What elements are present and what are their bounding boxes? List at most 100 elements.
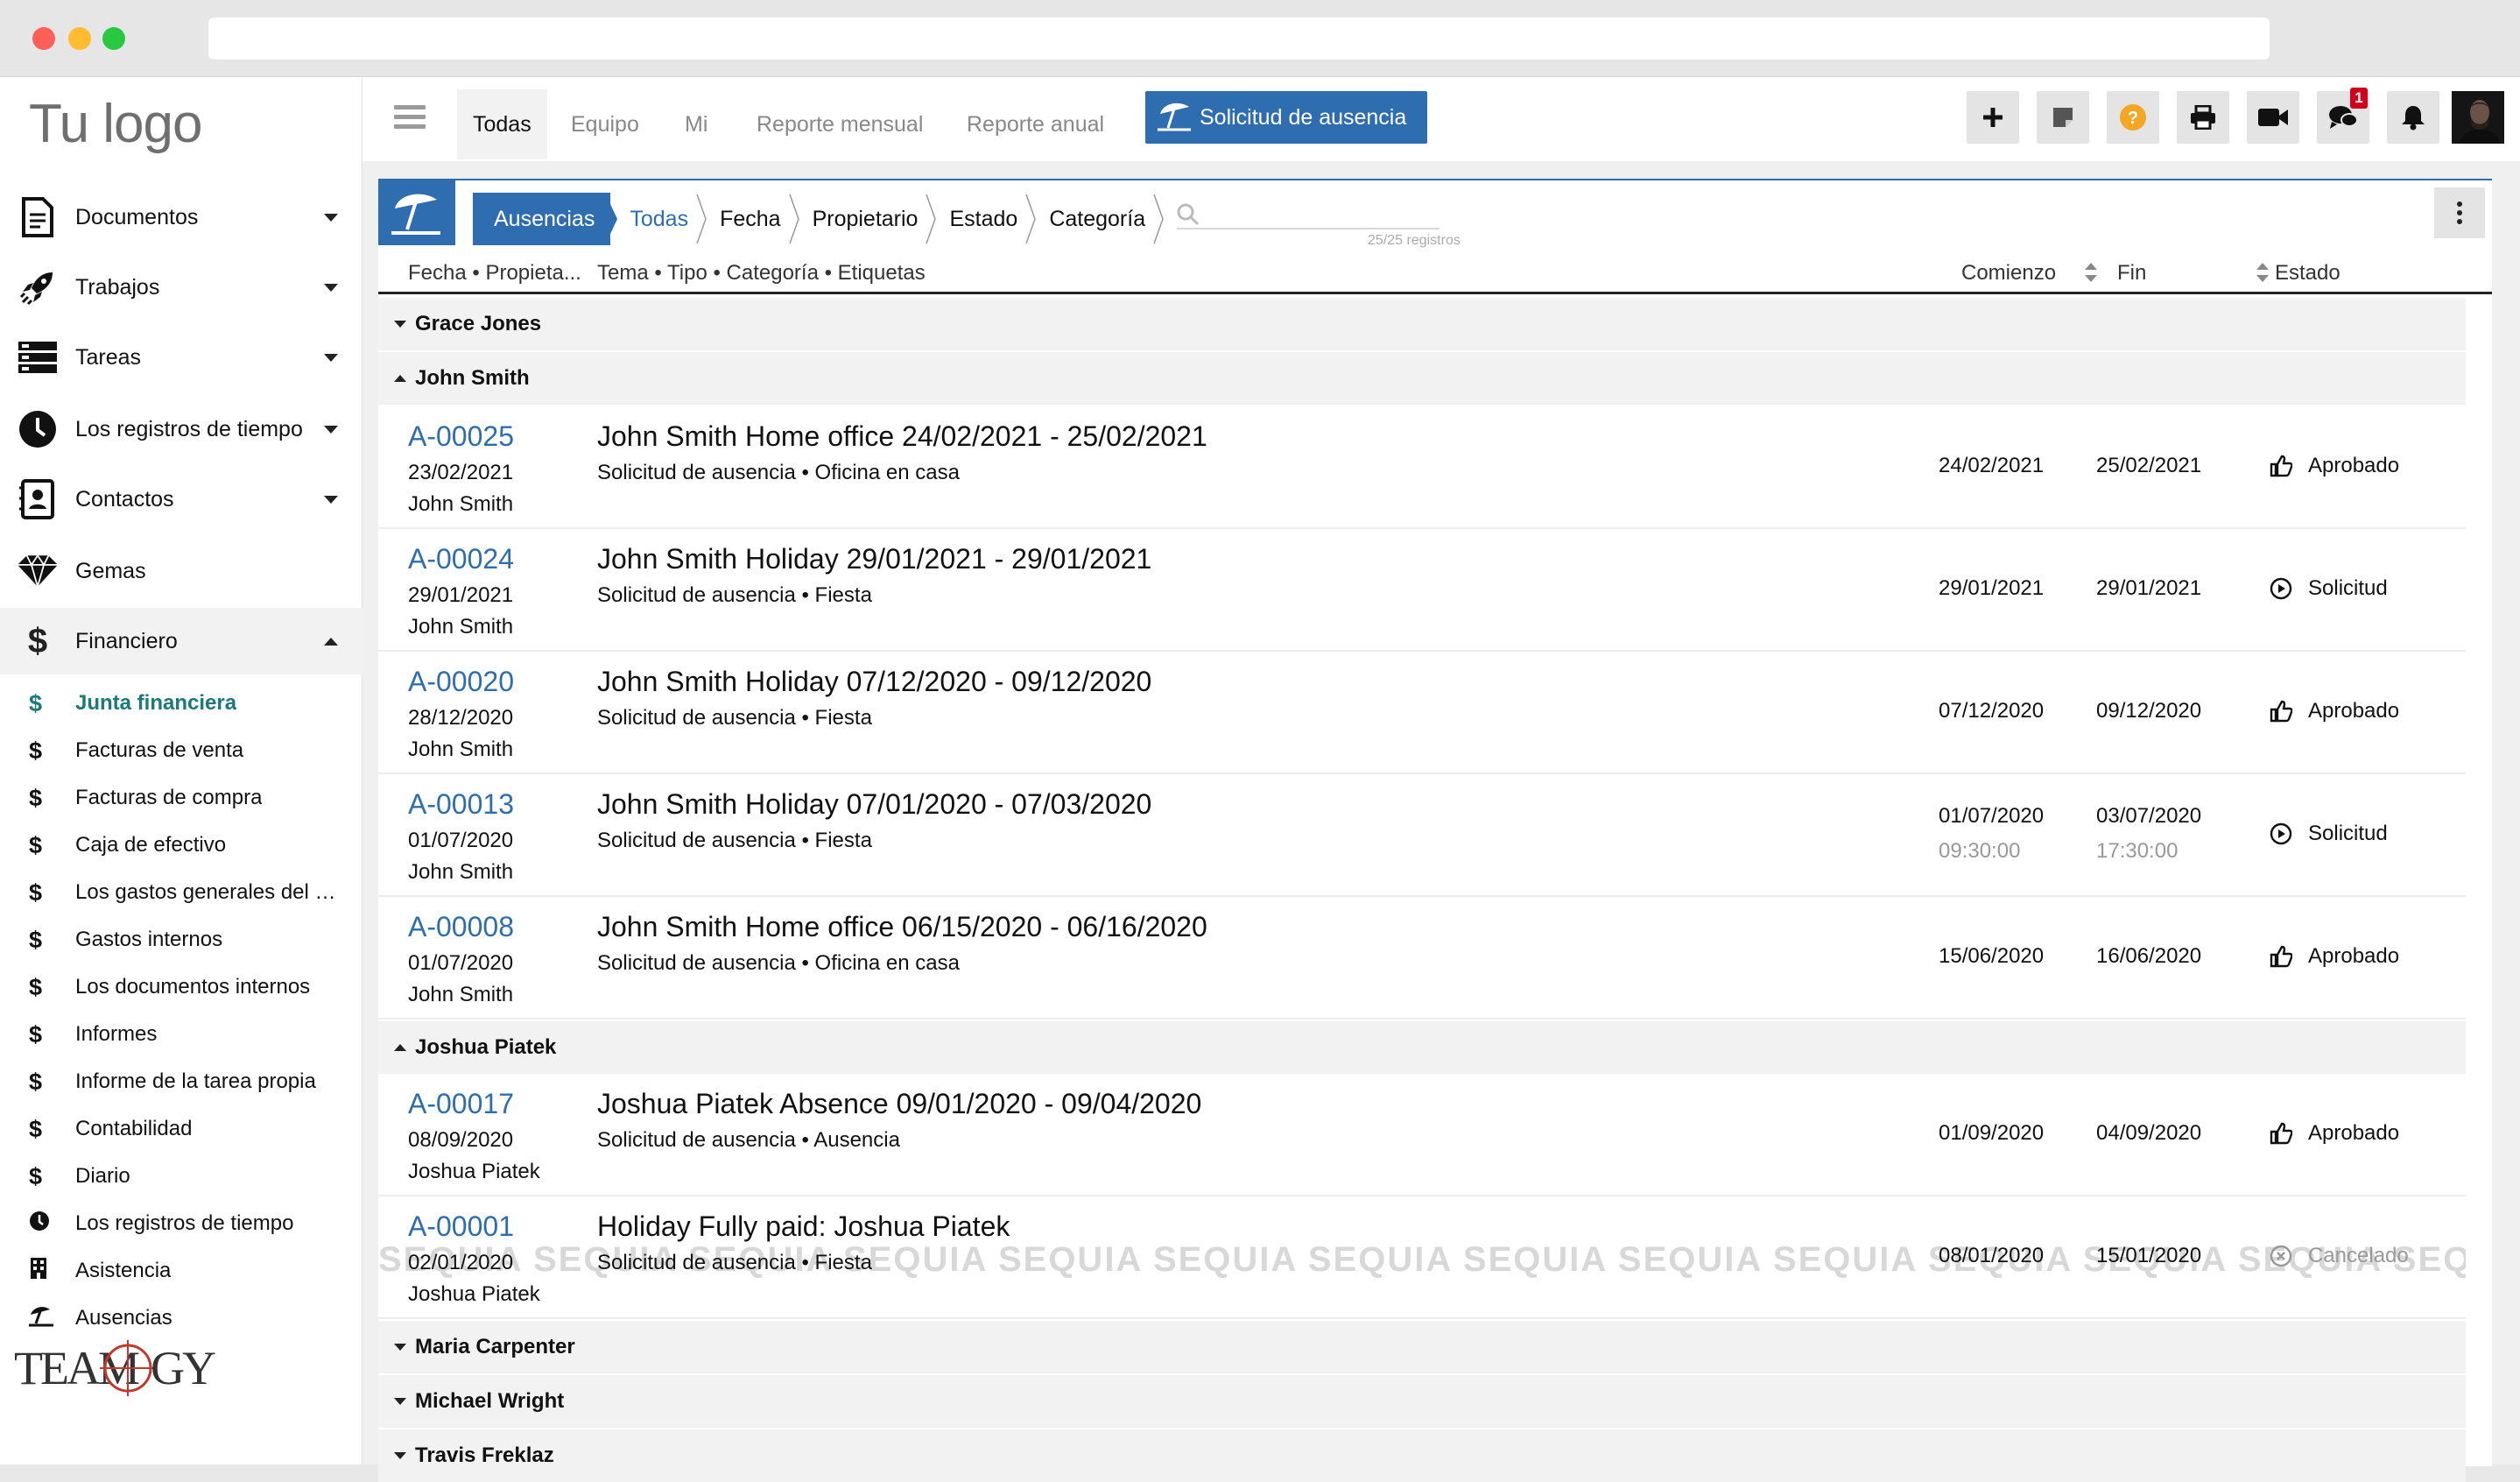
group-header-travis-freklaz[interactable]: Travis Freklaz <box>378 1429 2466 1482</box>
sidebar-subitem-informes[interactable]: $ Informes <box>0 1011 363 1058</box>
record-date: 29/01/2021 <box>408 583 514 607</box>
sidebar-subitem-registros-tiempo[interactable]: Los registros de tiempo <box>0 1200 363 1247</box>
group-header-grace-jones[interactable]: Grace Jones <box>378 298 2466 350</box>
column-header-subject[interactable]: Tema • Tipo • Categoría • Etiquetas <box>597 261 926 286</box>
record-code-link[interactable]: A-00008 <box>408 911 514 943</box>
sidebar-item-gemas[interactable]: Gemas <box>0 538 363 604</box>
table-row[interactable]: A-00020 28/12/2020 John Smith John Smith… <box>378 652 2466 774</box>
group-header-maria-carpenter[interactable]: Maria Carpenter <box>378 1321 2466 1373</box>
sidebar-item-label: Trabajos <box>75 274 160 300</box>
company-logo[interactable]: Tu logo <box>29 93 202 155</box>
tab-reporte-anual[interactable]: Reporte anual <box>951 89 1120 159</box>
breadcrumb-propietario[interactable]: Propietario <box>793 193 937 245</box>
sidebar-item-contactos[interactable]: Contactos <box>0 466 363 533</box>
record-code-link[interactable]: A-00024 <box>408 543 514 575</box>
table-row[interactable]: A-00008 01/07/2020 John Smith John Smith… <box>378 897 2466 1020</box>
record-title[interactable]: John Smith Holiday 07/01/2020 - 07/03/20… <box>597 788 1151 821</box>
record-date: 28/12/2020 <box>408 706 514 730</box>
address-bar[interactable] <box>208 18 2270 60</box>
column-header-end[interactable]: Fin <box>2117 261 2146 286</box>
record-code-link[interactable]: A-00013 <box>408 788 514 821</box>
group-header-john-smith[interactable]: John Smith <box>378 352 2466 405</box>
table-row[interactable]: SEQUIA SEQUIA SEQUIA SEQUIA SEQUIA SEQUI… <box>378 1196 2466 1319</box>
record-title[interactable]: John Smith Holiday 29/01/2021 - 29/01/20… <box>597 543 1151 575</box>
record-code-link[interactable]: A-00017 <box>408 1088 514 1120</box>
breadcrumb-categoria[interactable]: Categoría <box>1030 193 1164 245</box>
breadcrumb-label: Categoría <box>1049 206 1146 231</box>
sidebar-subitem-caja-efectivo[interactable]: $ Caja de efectivo <box>0 822 363 869</box>
chat-button[interactable]: 1 <box>2317 88 2369 144</box>
record-code-link[interactable]: A-00025 <box>408 420 514 453</box>
sidebar-item-label: Contactos <box>75 486 174 512</box>
record-start: 01/07/2020 09:30:00 <box>1939 804 2044 864</box>
dollar-icon: $ <box>29 926 43 953</box>
record-owner: John Smith <box>408 983 514 1006</box>
notifications-button[interactable] <box>2387 91 2439 144</box>
sidebar-subitem-facturas-venta[interactable]: $ Facturas de venta <box>0 727 363 774</box>
record-code-link[interactable]: A-00001 <box>408 1210 514 1243</box>
search-icon[interactable] <box>1177 203 1200 230</box>
request-absence-button[interactable]: Solicitud de ausencia <box>1145 91 1427 144</box>
note-button[interactable] <box>2037 91 2089 144</box>
record-title[interactable]: John Smith Holiday 07/12/2020 - 09/12/20… <box>597 666 1151 698</box>
record-code-link[interactable]: A-00020 <box>408 666 514 698</box>
column-header-date-owner[interactable]: Fecha • Propieta... <box>408 261 581 286</box>
sidebar-subitem-label: Informe de la tarea propia <box>75 1069 316 1093</box>
table-row[interactable]: A-00025 23/02/2021 John Smith John Smith… <box>378 406 2466 529</box>
close-window-button[interactable] <box>32 27 55 50</box>
sort-icon[interactable] <box>2084 263 2098 282</box>
absences-panel: Ausencias Todas Fecha Propietario Estado <box>378 179 2492 1482</box>
table-row[interactable]: A-00013 01/07/2020 John Smith John Smith… <box>378 774 2466 897</box>
group-header-joshua-piatek[interactable]: Joshua Piatek <box>378 1021 2466 1074</box>
sidebar-subitem-facturas-compra[interactable]: $ Facturas de compra <box>0 774 363 822</box>
sidebar-subitem-contabilidad[interactable]: $ Contabilidad <box>0 1105 363 1153</box>
expand-icon <box>394 321 406 328</box>
breadcrumb-fecha[interactable]: Fecha <box>700 193 799 245</box>
record-start: 29/01/2021 <box>1939 576 2045 600</box>
column-header-status[interactable]: Estado <box>2275 261 2341 286</box>
tab-mi[interactable]: Mi <box>669 89 723 159</box>
breadcrumb-estado[interactable]: Estado <box>930 193 1037 245</box>
user-avatar[interactable] <box>2452 91 2504 144</box>
record-title[interactable]: Holiday Fully paid: Joshua Piatek <box>597 1210 1010 1243</box>
sidebar-item-documentos[interactable]: Documentos <box>0 184 363 251</box>
sidebar-item-registros-tiempo[interactable]: Los registros de tiempo <box>0 396 363 462</box>
rocket-icon <box>18 267 58 307</box>
breadcrumb-ausencias[interactable]: Ausencias <box>473 193 618 245</box>
sidebar-subitem-gastos-generales[interactable]: $ Los gastos generales del … <box>0 869 363 916</box>
record-title[interactable]: John Smith Home office 24/02/2021 - 25/0… <box>597 420 1207 453</box>
collapse-icon <box>394 375 406 382</box>
minimize-window-button[interactable] <box>68 27 91 50</box>
tab-reporte-mensual[interactable]: Reporte mensual <box>741 89 939 159</box>
group-header-michael-wright[interactable]: Michael Wright <box>378 1375 2466 1428</box>
record-date: 08/09/2020 <box>408 1128 514 1152</box>
sidebar-subitem-informe-tarea-propia[interactable]: $ Informe de la tarea propia <box>0 1058 363 1105</box>
sidebar-subitem-diario[interactable]: $ Diario <box>0 1153 363 1200</box>
sidebar-subitem-asistencia[interactable]: Asistencia <box>0 1247 363 1295</box>
video-call-button[interactable] <box>2247 91 2299 144</box>
sidebar-subitem-junta-financiera[interactable]: $ Junta financiera <box>0 680 363 727</box>
column-header-start[interactable]: Comienzo <box>1961 261 2056 286</box>
tab-equipo[interactable]: Equipo <box>555 89 655 159</box>
sidebar-item-tareas[interactable]: Tareas <box>0 324 363 391</box>
sidebar-subitem-gastos-internos[interactable]: $ Gastos internos <box>0 916 363 963</box>
print-button[interactable] <box>2177 91 2229 144</box>
maximize-window-button[interactable] <box>102 27 125 50</box>
sort-icon[interactable] <box>2256 263 2270 282</box>
sidebar-item-trabajos[interactable]: Trabajos <box>0 254 363 321</box>
table-row[interactable]: A-00017 08/09/2020 Joshua Piatek Joshua … <box>378 1074 2466 1196</box>
record-title[interactable]: Joshua Piatek Absence 09/01/2020 - 09/04… <box>597 1088 1201 1120</box>
sidebar-item-financiero[interactable]: $ Financiero <box>0 608 363 674</box>
table-row[interactable]: A-00024 29/01/2021 John Smith John Smith… <box>378 529 2466 652</box>
tab-todas[interactable]: Todas <box>457 89 547 159</box>
record-title[interactable]: John Smith Home office 06/15/2020 - 06/1… <box>597 911 1207 943</box>
status-label: Aprobado <box>2308 944 2400 968</box>
sidebar-subitem-documentos-internos[interactable]: $ Los documentos internos <box>0 963 363 1011</box>
search-input[interactable] <box>1177 228 1439 229</box>
breadcrumb-todas[interactable]: Todas <box>610 193 707 245</box>
menu-icon[interactable] <box>394 105 426 130</box>
add-button[interactable] <box>1967 91 2019 144</box>
more-options-button[interactable] <box>2434 187 2485 238</box>
column-header-row: Fecha • Propieta... Tema • Tipo • Catego… <box>378 251 2492 294</box>
help-button[interactable]: ? <box>2107 91 2159 144</box>
